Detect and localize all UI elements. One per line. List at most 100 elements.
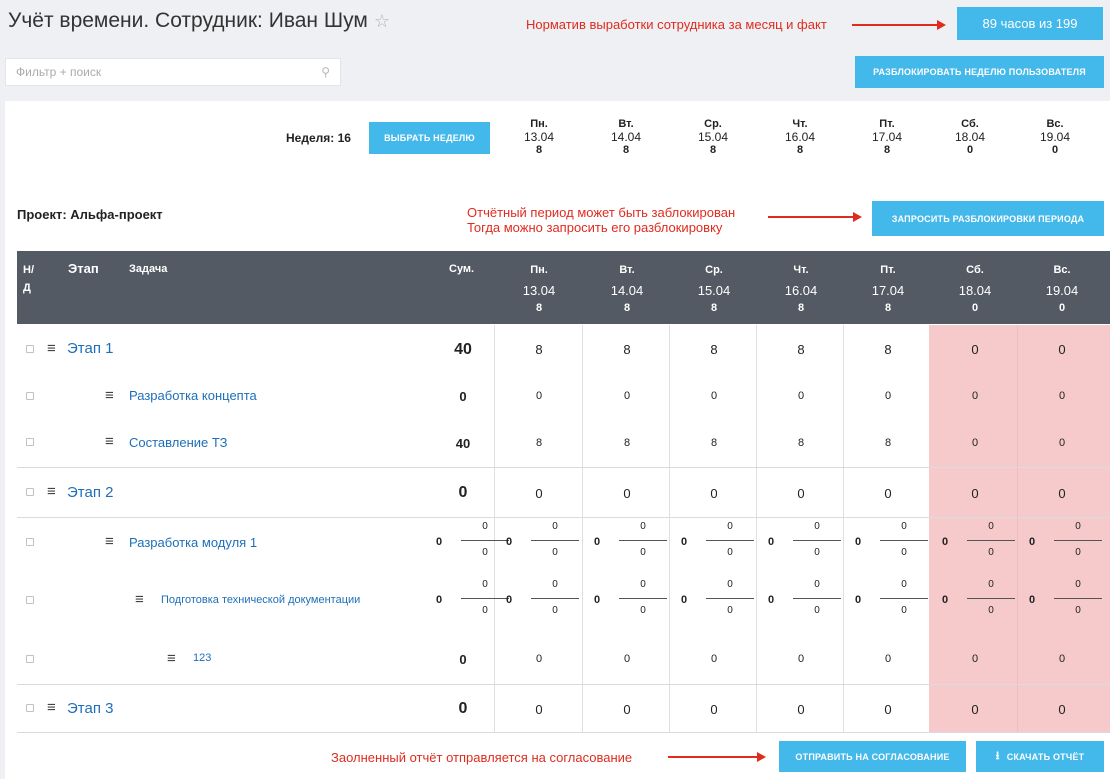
day-cell[interactable]: 0 [495, 702, 583, 717]
day-cell[interactable]: 0 [583, 653, 671, 665]
fraction-top: 0 [1075, 521, 1081, 532]
day-cell[interactable]: 0 [757, 390, 845, 402]
stage-link[interactable]: Этап 3 [67, 700, 113, 717]
day-fraction[interactable]: 0 0 0 [495, 576, 583, 626]
task-link[interactable]: Подготовка технической документации [161, 594, 360, 606]
day-cell[interactable]: 0 [670, 653, 758, 665]
day-cell[interactable]: 8 [670, 342, 758, 357]
stage-link[interactable]: Этап 1 [67, 340, 113, 357]
day-fraction[interactable]: 0 0 0 [844, 518, 932, 568]
row-checkbox[interactable] [26, 391, 34, 400]
row-checkbox[interactable] [26, 596, 34, 604]
row-checkbox[interactable] [26, 438, 34, 446]
day-cell[interactable]: 0 [931, 653, 1019, 665]
day-cell[interactable]: 0 [1018, 437, 1106, 449]
week-day-hours: 8 [883, 144, 891, 156]
search-icon[interactable]: ⚲ [321, 65, 330, 79]
day-cell[interactable]: 0 [757, 702, 845, 717]
drag-menu-icon[interactable]: ≡ [135, 591, 144, 608]
day-cell[interactable]: 8 [495, 342, 583, 357]
task-link[interactable]: Разработка концепта [129, 388, 257, 403]
star-icon[interactable]: ☆ [374, 11, 390, 31]
drag-menu-icon[interactable]: ≡ [105, 387, 114, 404]
day-cell[interactable]: 0 [1018, 342, 1106, 357]
day-cell[interactable]: 0 [583, 486, 671, 501]
day-cell[interactable]: 0 [495, 486, 583, 501]
drag-menu-icon[interactable]: ≡ [167, 650, 176, 667]
day-fraction[interactable]: 0 0 0 [931, 518, 1019, 568]
header-day-hours: 8 [710, 302, 718, 314]
row-checkbox[interactable] [26, 704, 34, 712]
day-cell[interactable]: 0 [931, 702, 1019, 717]
task-link[interactable]: 123 [193, 652, 211, 664]
task-link[interactable]: Составление ТЗ [129, 435, 228, 450]
day-cell[interactable]: 0 [670, 390, 758, 402]
day-cell[interactable]: 8 [844, 342, 932, 357]
day-cell[interactable]: 0 [670, 486, 758, 501]
row-checkbox[interactable] [26, 488, 34, 496]
row-checkbox[interactable] [26, 654, 34, 663]
day-cell[interactable]: 0 [757, 653, 845, 665]
fraction-top: 0 [640, 579, 646, 590]
day-fraction[interactable]: 0 0 0 [583, 518, 671, 568]
day-cell[interactable]: 0 [844, 486, 932, 501]
day-fraction[interactable]: 0 0 0 [583, 576, 671, 626]
week-day-hours: 0 [966, 144, 974, 156]
drag-menu-icon[interactable]: ≡ [47, 699, 56, 716]
day-cell[interactable]: 8 [757, 437, 845, 449]
day-cell[interactable]: 8 [495, 437, 583, 449]
fraction-value: 0 [854, 536, 862, 548]
day-fraction[interactable]: 0 0 0 [757, 576, 845, 626]
day-cell[interactable]: 0 [844, 653, 932, 665]
day-fraction[interactable]: 0 0 0 [931, 576, 1019, 626]
row-sum: 0 [458, 700, 468, 717]
day-cell[interactable]: 0 [844, 702, 932, 717]
day-fraction[interactable]: 0 0 0 [1018, 518, 1106, 568]
day-cell[interactable]: 0 [583, 390, 671, 402]
day-cell[interactable]: 8 [757, 342, 845, 357]
day-cell[interactable]: 0 [931, 486, 1019, 501]
day-cell[interactable]: 0 [670, 702, 758, 717]
day-fraction[interactable]: 0 0 0 [670, 576, 758, 626]
note-norm: Норматив выработки сотрудника за месяц и… [526, 17, 827, 32]
day-fraction[interactable]: 0 0 0 [757, 518, 845, 568]
day-fraction[interactable]: 0 0 0 [1018, 576, 1106, 626]
day-cell[interactable]: 0 [931, 342, 1019, 357]
hours-button[interactable]: 89 часов из 199 [957, 7, 1103, 40]
day-cell[interactable]: 0 [844, 390, 932, 402]
fraction-bottom: 0 [640, 547, 646, 558]
day-cell[interactable]: 0 [495, 653, 583, 665]
day-cell[interactable]: 8 [844, 437, 932, 449]
row-checkbox[interactable] [26, 344, 34, 353]
day-cell[interactable]: 0 [757, 486, 845, 501]
stage-link[interactable]: Этап 2 [67, 484, 113, 501]
send-approval-button[interactable]: Отправить на согласование [779, 741, 966, 772]
day-cell[interactable]: 0 [1018, 702, 1106, 717]
day-cell[interactable]: 0 [1018, 486, 1106, 501]
drag-menu-icon[interactable]: ≡ [105, 433, 114, 450]
day-cell[interactable]: 0 [495, 390, 583, 402]
day-cell[interactable]: 0 [1018, 390, 1106, 402]
unlock-week-button[interactable]: Разблокировать неделю пользователя [855, 56, 1104, 88]
drag-menu-icon[interactable]: ≡ [47, 340, 56, 357]
day-cell[interactable]: 0 [931, 437, 1019, 449]
task-link[interactable]: Разработка модуля 1 [129, 535, 257, 550]
day-cell[interactable]: 8 [670, 437, 758, 449]
day-cell[interactable]: 0 [583, 702, 671, 717]
day-fraction[interactable]: 0 0 0 [495, 518, 583, 568]
day-fraction[interactable]: 0 0 0 [844, 576, 932, 626]
day-cell[interactable]: 8 [583, 342, 671, 357]
row-checkbox[interactable] [26, 538, 34, 546]
fraction-top: 0 [552, 521, 558, 532]
day-cell[interactable]: 0 [1018, 653, 1106, 665]
download-report-button[interactable]: ⭳ Скачать отчёт [976, 741, 1104, 772]
choose-week-button[interactable]: Выбрать неделю [369, 122, 490, 154]
day-cell[interactable]: 8 [583, 437, 671, 449]
day-fraction[interactable]: 0 0 0 [670, 518, 758, 568]
request-unlock-button[interactable]: Запросить разблокировки периода [872, 201, 1104, 236]
day-cell[interactable]: 0 [931, 390, 1019, 402]
drag-menu-icon[interactable]: ≡ [105, 533, 114, 550]
drag-menu-icon[interactable]: ≡ [47, 483, 56, 500]
week-day: Вс. 19.04 0 [1025, 118, 1085, 157]
search-input[interactable]: Фильтр + поиск ⚲ [5, 58, 341, 86]
